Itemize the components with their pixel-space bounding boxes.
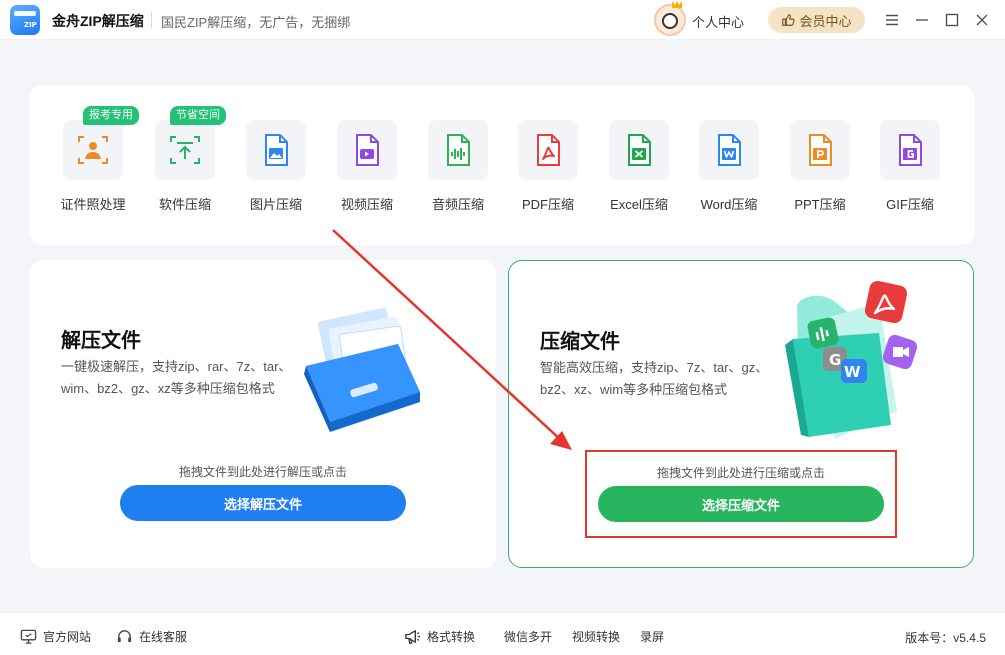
compress-description: 智能高效压缩，支持zip、7z、tar、gz、bz2、xz、wim等多种压缩包格…	[540, 360, 769, 397]
pdf-file-icon	[537, 134, 560, 166]
svg-text:G: G	[829, 351, 841, 369]
tool-software-compress[interactable]: 节省空间 软件压缩	[140, 106, 230, 230]
video-convert-link[interactable]: 视频转换	[572, 628, 620, 645]
personal-center-link[interactable]: 个人中心	[692, 12, 744, 31]
tool-tile	[518, 120, 578, 180]
title-bar: ZIP 金舟ZIP解压缩 国民ZIP解压缩，无广告，无捆绑 个人中心 会员中心	[0, 0, 1005, 40]
tool-label: PDF压缩	[521, 197, 574, 212]
maximize-icon	[945, 13, 959, 27]
excel-file-icon	[628, 134, 651, 166]
wechat-multi-link[interactable]: 微信多开	[504, 628, 552, 645]
audio-file-icon	[447, 134, 470, 166]
title-divider	[151, 12, 152, 28]
tool-ppt-compress[interactable]: PPT压缩	[775, 120, 865, 230]
menu-button[interactable]	[883, 11, 901, 29]
software-compress-icon	[170, 136, 200, 164]
decompress-description: 一键极速解压，支持zip、rar、7z、tar、wim、bz2、gz、xz等多种…	[61, 359, 292, 396]
minimize-button[interactable]	[913, 11, 931, 29]
tool-tile	[609, 120, 669, 180]
online-support-link[interactable]: 在线客服	[116, 628, 187, 645]
format-convert-label: 格式转换	[427, 630, 476, 644]
minimize-icon	[916, 19, 928, 21]
megaphone-icon	[405, 630, 421, 644]
monitor-icon	[20, 629, 37, 644]
tool-audio-compress[interactable]: 音频压缩	[413, 120, 503, 230]
screen-record-link[interactable]: 录屏	[640, 628, 664, 645]
decompress-drop-hint: 拖拽文件到此处进行解压或点击	[178, 465, 347, 479]
tool-label: Word压缩	[700, 197, 758, 212]
svg-text:W: W	[844, 363, 861, 381]
tool-label: GIF压缩	[886, 197, 934, 212]
official-website-link[interactable]: 官方网站	[20, 628, 91, 645]
gif-file-icon	[899, 134, 922, 166]
app-slogan: 国民ZIP解压缩，无广告，无捆绑	[161, 15, 351, 30]
online-support-label: 在线客服	[139, 630, 188, 644]
headset-icon	[117, 630, 132, 643]
tool-pdf-compress[interactable]: PDF压缩	[503, 120, 593, 230]
compress-folder-illustration: G W	[785, 280, 918, 439]
decompress-title: 解压文件	[61, 330, 141, 352]
close-icon	[976, 14, 988, 26]
tool-badge: 报考专用	[83, 106, 139, 125]
tool-label: 图片压缩	[249, 197, 302, 212]
tool-tile	[699, 120, 759, 180]
decompress-card[interactable]: 解压文件 一键极速解压，支持zip、rar、7z、tar、wim、bz2、gz、…	[30, 260, 496, 568]
official-website-label: 官方网站	[43, 630, 92, 644]
crown-icon	[672, 1, 682, 8]
id-photo-icon	[78, 136, 108, 164]
annotation-highlight-box	[585, 450, 897, 538]
app-logo-text: ZIP	[24, 21, 37, 29]
tool-id-photo[interactable]: 报考专用 证件照处理	[48, 106, 139, 230]
tool-image-compress[interactable]: 图片压缩	[231, 120, 321, 230]
tool-label: PPT压缩	[794, 197, 846, 212]
menu-icon	[886, 14, 898, 26]
app-name: 金舟ZIP解压缩	[52, 13, 144, 29]
video-file-icon	[356, 134, 379, 166]
ppt-file-icon	[809, 134, 832, 166]
tool-label: Excel压缩	[610, 197, 668, 212]
tool-badge: 节省空间	[170, 106, 226, 125]
thumbs-up-icon	[782, 14, 796, 26]
tools-panel: 报考专用 证件照处理 节省空间 软件压缩 图片压缩 视频压缩 音频压缩 PDF压…	[29, 85, 975, 245]
image-file-icon	[265, 134, 288, 166]
compress-title: 压缩文件	[540, 331, 620, 353]
version-label: 版本号：v5.4.5	[905, 631, 986, 645]
tool-tile	[246, 120, 306, 180]
format-convert-link[interactable]: 格式转换	[404, 628, 475, 645]
tool-tile	[63, 120, 123, 180]
close-button[interactable]	[973, 11, 991, 29]
tool-label: 证件照处理	[60, 197, 126, 212]
tool-video-compress[interactable]: 视频压缩	[322, 120, 412, 230]
tool-label: 软件压缩	[158, 197, 211, 212]
vip-center-button[interactable]: 会员中心	[768, 7, 865, 33]
tool-tile	[155, 120, 215, 180]
app-logo-icon: ZIP	[10, 5, 40, 35]
tool-word-compress[interactable]: Word压缩	[684, 120, 774, 230]
select-decompress-file-button[interactable]: 选择解压文件	[120, 485, 406, 521]
tool-label: 音频压缩	[431, 197, 484, 212]
tool-tile	[880, 120, 940, 180]
tool-gif-compress[interactable]: GIF压缩	[865, 120, 955, 230]
tool-label: 视频压缩	[340, 197, 393, 212]
tool-excel-compress[interactable]: Excel压缩	[594, 120, 684, 230]
tool-tile	[337, 120, 397, 180]
tool-tile	[428, 120, 488, 180]
user-avatar[interactable]	[654, 1, 686, 36]
file-cabinet-illustration	[304, 308, 420, 432]
maximize-button[interactable]	[943, 11, 961, 29]
word-file-icon	[718, 134, 741, 166]
status-bar: 官方网站 在线客服 格式转换 微信多开 视频转换 录屏 版本号：v5.4.5	[0, 612, 1005, 655]
avatar-face-icon	[662, 13, 678, 29]
vip-center-label: 会员中心	[799, 13, 852, 29]
tool-tile	[790, 120, 850, 180]
